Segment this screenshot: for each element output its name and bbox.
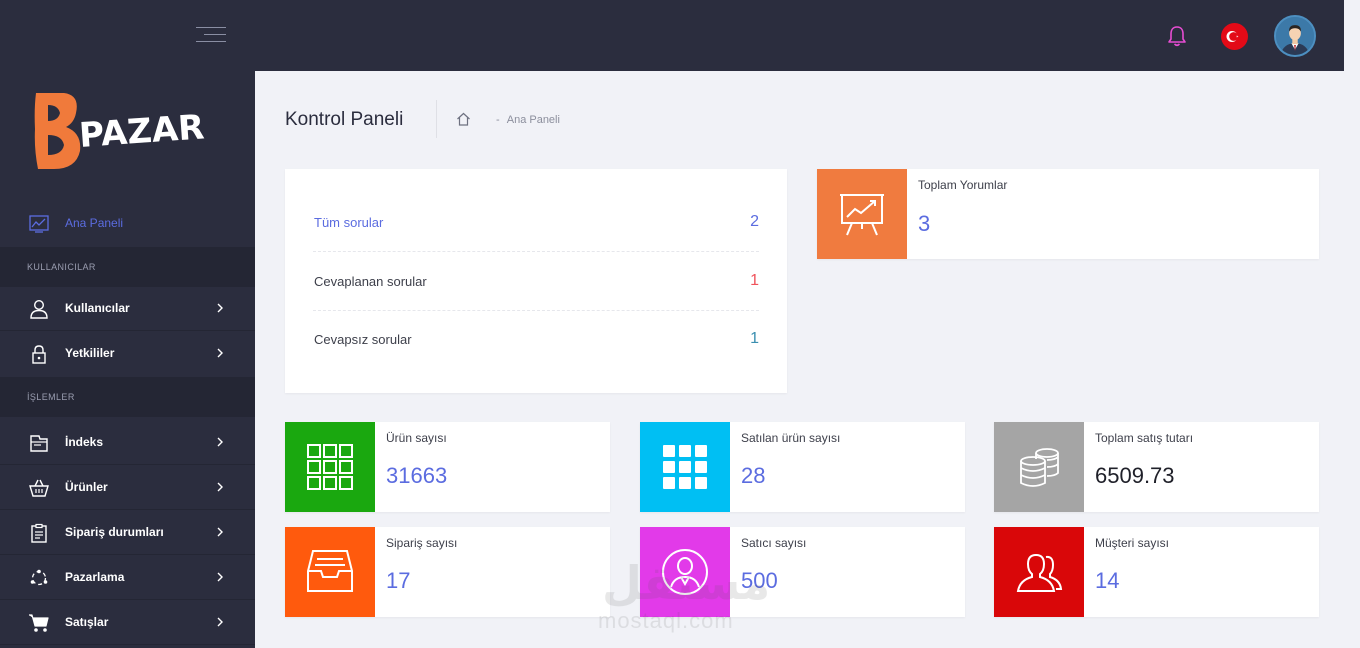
stat-value: 6509.73 xyxy=(1095,463,1175,488)
sidebar-section-users: KULLANICILAR xyxy=(0,247,255,287)
chevron-right-icon xyxy=(217,348,223,358)
brand-logo[interactable]: PAZAR xyxy=(28,89,228,175)
sidebar-item-label: Sipariş durumları xyxy=(65,525,164,539)
folder-icon xyxy=(30,435,48,452)
svg-text:PAZAR: PAZAR xyxy=(78,107,206,156)
stat-icon-box xyxy=(994,422,1084,512)
user-icon xyxy=(30,299,48,319)
stat-value: 17 xyxy=(386,568,411,593)
inbox-icon xyxy=(307,550,353,592)
stat-label: Satılan ürün sayısı xyxy=(741,431,841,445)
stat-label: Müşteri sayısı xyxy=(1095,536,1170,550)
breadcrumb-separator: - xyxy=(496,114,500,126)
network-icon xyxy=(30,569,48,586)
stat-label: Sipariş sayısı xyxy=(386,536,458,550)
sidebar-item-products[interactable]: Ürünler xyxy=(0,466,255,510)
title-divider xyxy=(436,100,437,138)
sidebar-item-label: Satışlar xyxy=(65,615,109,629)
sidebar-item-label: İndeks xyxy=(65,435,104,449)
notification-bell-icon[interactable] xyxy=(1166,24,1188,48)
sidebar-item-users[interactable]: Kullanıcılar xyxy=(0,287,255,331)
question-row-unanswered[interactable]: Cevapsız sorular 1 xyxy=(313,286,759,347)
sidebar: PAZAR Ana Paneli KULLANICILAR Kullanıcıl… xyxy=(0,71,255,648)
page-scrollbar[interactable] xyxy=(1344,0,1360,648)
chevron-right-icon xyxy=(217,437,223,447)
breadcrumb-current[interactable]: Ana Paneli xyxy=(507,114,560,126)
sidebar-item-label: Ana Paneli xyxy=(65,216,124,230)
sidebar-item-label: Yetkililer xyxy=(65,346,115,360)
stat-card-order-count[interactable]: Sipariş sayısı 17 xyxy=(285,527,610,617)
sidebar-item-label: Kullanıcılar xyxy=(65,301,130,315)
question-label: Cevapsız sorular xyxy=(314,332,412,347)
stat-icon-box xyxy=(285,527,375,617)
stat-label: Toplam satış tutarı xyxy=(1095,431,1194,445)
sidebar-section-operations: İŞLEMLER xyxy=(0,377,255,417)
clipboard-icon xyxy=(31,523,47,543)
basket-icon xyxy=(29,479,49,497)
grid-solid-icon xyxy=(663,445,707,489)
stat-card-seller-count[interactable]: Satıcı sayısı 500 xyxy=(640,527,965,617)
users-icon xyxy=(1016,553,1063,592)
seller-icon xyxy=(662,549,708,595)
sidebar-item-order-status[interactable]: Sipariş durumları xyxy=(0,511,255,555)
home-icon[interactable] xyxy=(456,112,471,126)
stat-icon-box xyxy=(640,527,730,617)
grid-outline-icon xyxy=(307,444,353,490)
stat-value: 3 xyxy=(918,211,931,236)
question-count: 1 xyxy=(750,330,759,347)
user-avatar[interactable] xyxy=(1274,15,1316,57)
sidebar-item-label: Ürünler xyxy=(65,480,108,494)
question-row-answered[interactable]: Cevaplanan sorular 1 xyxy=(313,228,759,289)
chevron-right-icon xyxy=(217,482,223,492)
sidebar-item-index[interactable]: İndeks xyxy=(0,421,255,465)
chevron-right-icon xyxy=(217,303,223,313)
chart-line-icon xyxy=(29,215,49,233)
language-flag-icon[interactable] xyxy=(1221,23,1248,50)
sidebar-item-authorities[interactable]: Yetkililer xyxy=(0,332,255,376)
sidebar-item-sales[interactable]: Satışlar xyxy=(0,601,255,645)
questions-card: Tüm sorular 2 Cevaplanan sorular 1 Cevap… xyxy=(285,169,787,393)
stat-icon-box xyxy=(285,422,375,512)
stat-card-sold-products[interactable]: Satılan ürün sayısı 28 xyxy=(640,422,965,512)
coins-icon xyxy=(1020,448,1059,487)
sidebar-section-title: KULLANICILAR xyxy=(27,262,96,272)
menu-toggle-icon[interactable] xyxy=(196,27,226,45)
stat-label: Ürün sayısı xyxy=(386,431,447,445)
chevron-right-icon xyxy=(217,572,223,582)
sidebar-section-title: İŞLEMLER xyxy=(27,392,75,402)
stat-value: 14 xyxy=(1095,568,1120,593)
sidebar-item-dashboard[interactable]: Ana Paneli xyxy=(0,202,255,246)
sidebar-item-label: Pazarlama xyxy=(65,570,125,584)
stat-card-total-sales[interactable]: Toplam satış tutarı 6509.73 xyxy=(994,422,1319,512)
cart-icon xyxy=(29,614,49,632)
lock-icon xyxy=(32,345,46,364)
presentation-chart-icon xyxy=(840,194,884,236)
stat-card-customer-count[interactable]: Müşteri sayısı 14 xyxy=(994,527,1319,617)
sidebar-item-marketing[interactable]: Pazarlama xyxy=(0,556,255,600)
reviews-icon-box xyxy=(817,169,907,259)
stat-value: 500 xyxy=(741,568,778,593)
chevron-right-icon xyxy=(217,527,223,537)
question-row-all[interactable]: Tüm sorular 2 xyxy=(313,169,759,230)
stat-card-product-count[interactable]: Ürün sayısı 31663 xyxy=(285,422,610,512)
breadcrumb: - Ana Paneli xyxy=(496,114,560,126)
chevron-right-icon xyxy=(217,617,223,627)
stat-value: 31663 xyxy=(386,463,448,488)
stat-value: 28 xyxy=(741,463,766,488)
stat-label: Toplam Yorumlar xyxy=(918,178,1008,192)
top-bar xyxy=(0,0,1344,71)
reviews-card[interactable]: Toplam Yorumlar 3 xyxy=(817,169,1319,259)
stat-label: Satıcı sayısı xyxy=(741,536,807,550)
stat-icon-box xyxy=(640,422,730,512)
stat-icon-box xyxy=(994,527,1084,617)
page-title: Kontrol Paneli xyxy=(285,109,404,130)
